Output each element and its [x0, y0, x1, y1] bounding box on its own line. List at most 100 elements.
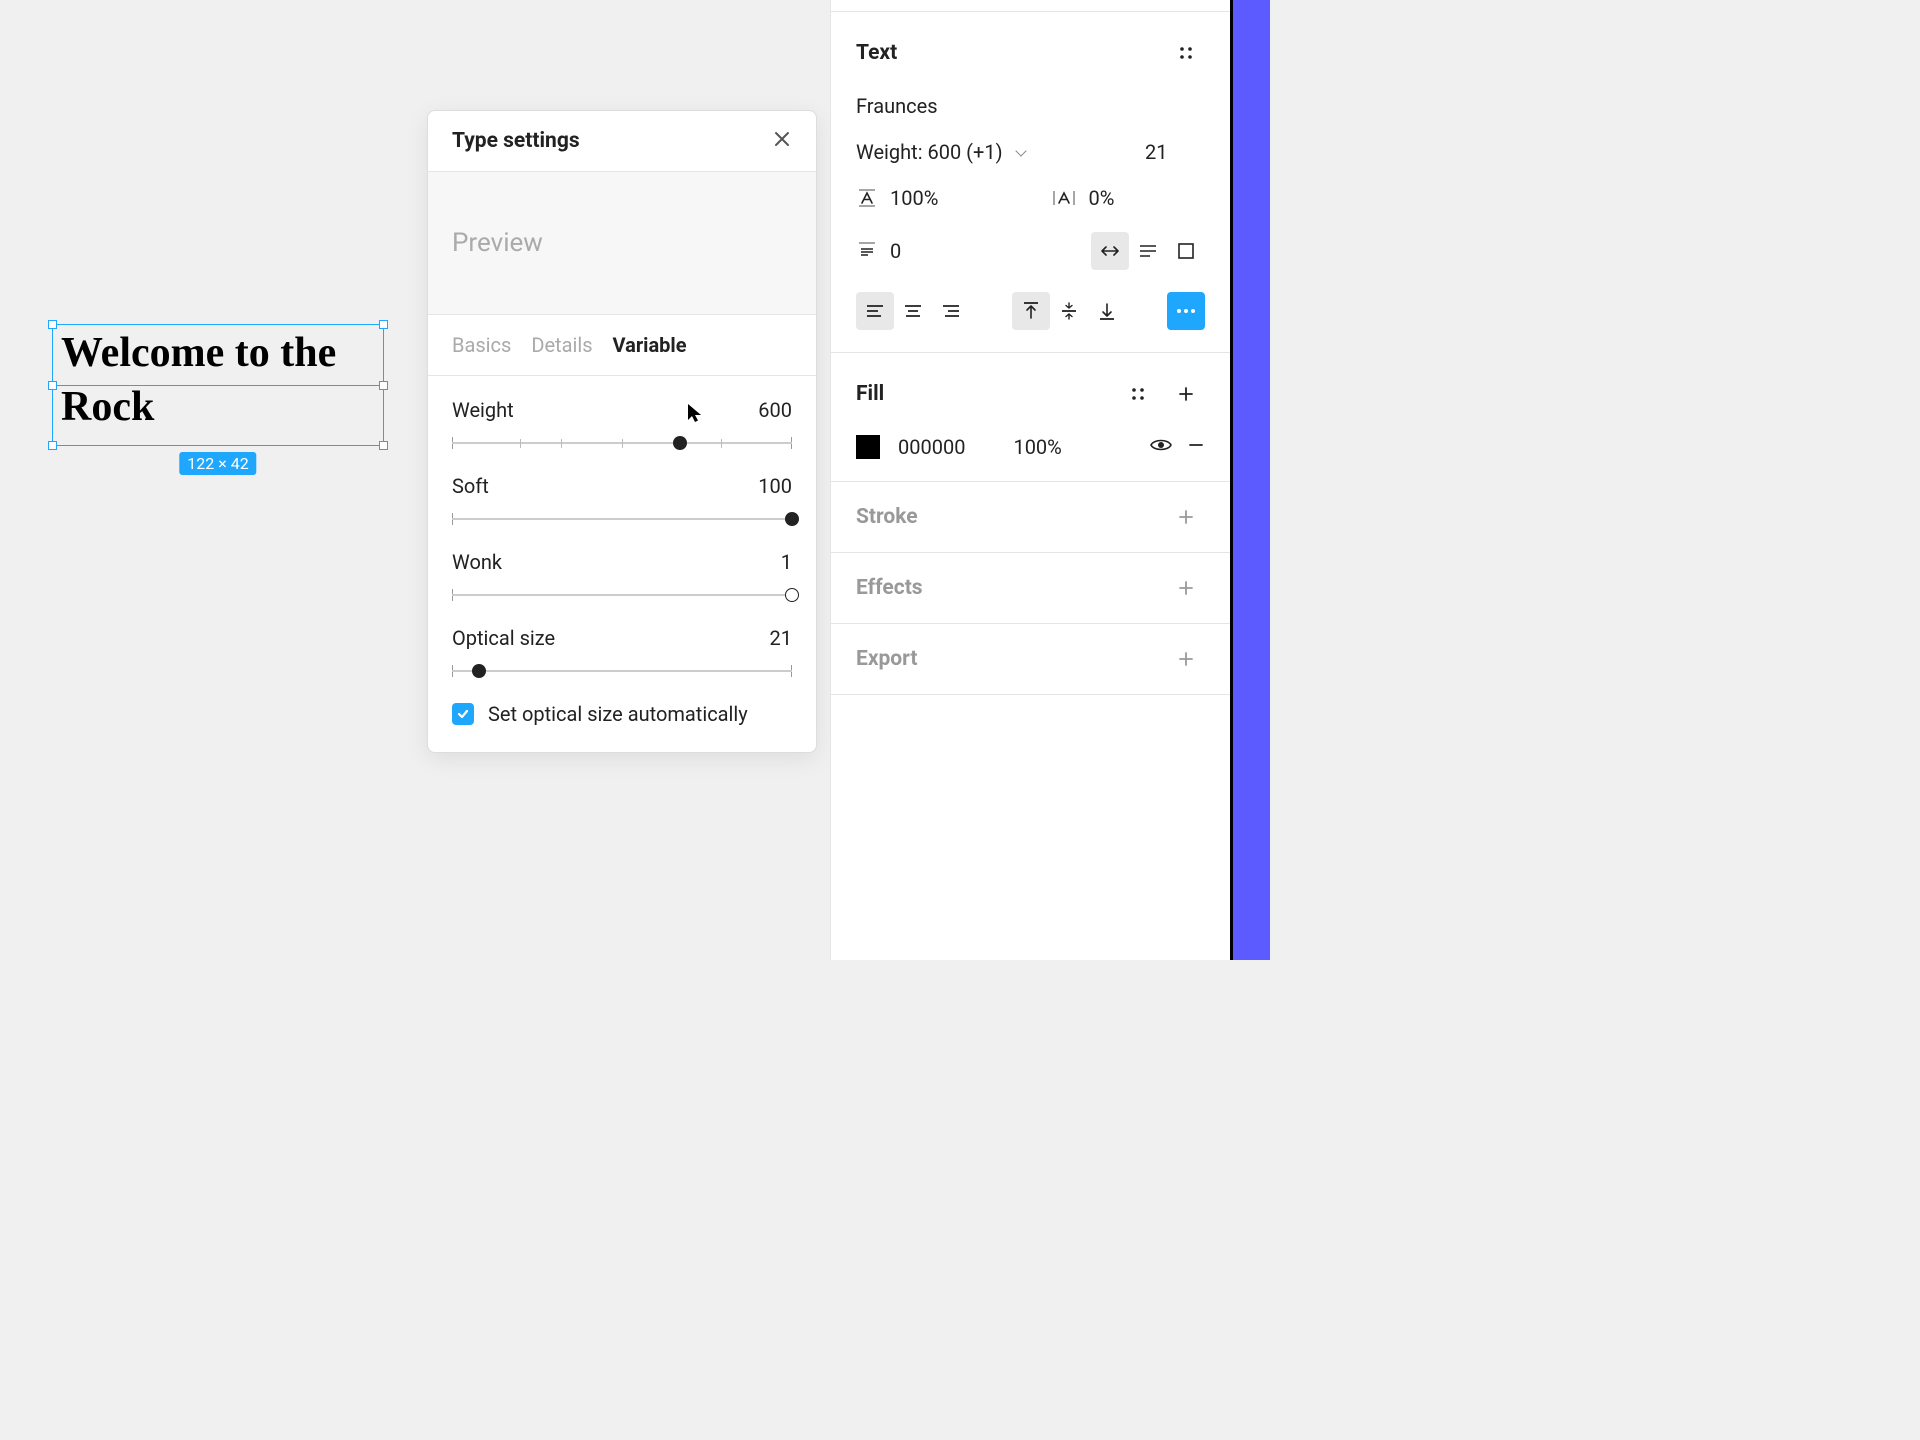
font-family[interactable]: Fraunces: [856, 94, 1205, 118]
letter-spacing-field[interactable]: 0%: [1051, 186, 1206, 210]
align-top-icon: [1021, 300, 1041, 322]
axis-weight-value: 600: [758, 398, 792, 422]
paragraph-spacing-field[interactable]: 0: [856, 239, 1051, 263]
text-content[interactable]: Welcome to the Rock: [61, 327, 375, 435]
text-styles-button[interactable]: [1167, 34, 1205, 72]
minus-icon: [1187, 436, 1205, 454]
plus-icon: [1177, 508, 1195, 526]
selection-box[interactable]: Welcome to the Rock 122 × 42: [52, 324, 384, 446]
align-bottom-icon: [1097, 300, 1117, 322]
close-icon: [772, 129, 792, 149]
tab-variable[interactable]: Variable: [613, 333, 687, 357]
slider-wonk[interactable]: [452, 588, 792, 602]
chevron-down-icon: [1015, 146, 1027, 158]
fixed-size-button[interactable]: [1167, 232, 1205, 270]
four-dots-icon: [1178, 45, 1194, 61]
right-accent-strip: [1230, 0, 1270, 960]
add-fill-button[interactable]: [1167, 375, 1205, 413]
resize-handle-top-left[interactable]: [48, 320, 57, 329]
line-height-value: 100%: [890, 186, 938, 210]
section-fill-title: Fill: [856, 382, 884, 406]
align-center-icon: [902, 302, 924, 320]
auto-width-icon: [1098, 242, 1122, 260]
align-bottom-button[interactable]: [1088, 292, 1126, 330]
axis-soft-value: 100: [758, 474, 792, 498]
section-export: Export: [831, 624, 1230, 695]
fill-styles-button[interactable]: [1119, 375, 1157, 413]
section-effects: Effects: [831, 553, 1230, 624]
close-button[interactable]: [772, 129, 792, 153]
slider-soft[interactable]: [452, 512, 792, 526]
checkbox-optical-auto[interactable]: [452, 703, 474, 725]
fill-color-swatch[interactable]: [856, 435, 880, 459]
paragraph-spacing-value: 0: [890, 239, 901, 263]
align-middle-icon: [1059, 300, 1079, 322]
section-stroke-title: Stroke: [856, 505, 918, 529]
axis-weight: Weight 600: [452, 398, 792, 450]
axis-optical-size: Optical size 21: [452, 626, 792, 678]
more-icon: [1175, 307, 1197, 315]
inspector-panel: Text Fraunces Weight: 600 (+1) 21: [830, 0, 1230, 960]
line-height-icon: [856, 187, 878, 209]
dimensions-badge: 122 × 42: [179, 452, 256, 475]
axis-optical-value: 21: [770, 626, 792, 650]
variable-axes: Weight 600 Soft 100: [428, 376, 816, 752]
optical-auto-row[interactable]: Set optical size automatically: [452, 702, 792, 726]
four-dots-icon: [1130, 386, 1146, 402]
modal-header: Type settings: [428, 111, 816, 172]
section-text: Text Fraunces Weight: 600 (+1) 21: [831, 12, 1230, 353]
fill-row[interactable]: 000000 100%: [856, 435, 1205, 459]
align-middle-button[interactable]: [1050, 292, 1088, 330]
letter-spacing-value: 0%: [1089, 186, 1115, 210]
resize-handle-top-right[interactable]: [379, 320, 388, 329]
add-effect-button[interactable]: [1167, 569, 1205, 607]
axis-weight-label: Weight: [452, 398, 514, 422]
preview-label: Preview: [452, 228, 792, 258]
font-size-field[interactable]: 21: [1145, 140, 1205, 164]
fill-opacity[interactable]: 100%: [1013, 435, 1061, 459]
font-weight-field[interactable]: Weight: 600 (+1): [856, 140, 1105, 164]
slider-optical[interactable]: [452, 664, 792, 678]
axis-soft-label: Soft: [452, 474, 489, 498]
horizontal-align-group: [856, 292, 970, 330]
resize-handle-bottom-right[interactable]: [379, 441, 388, 450]
align-right-button[interactable]: [932, 292, 970, 330]
add-stroke-button[interactable]: [1167, 498, 1205, 536]
font-weight-value: Weight: 600 (+1): [856, 140, 1003, 164]
section-effects-title: Effects: [856, 576, 923, 600]
tab-details[interactable]: Details: [531, 333, 592, 357]
type-settings-button[interactable]: [1167, 292, 1205, 330]
section-export-title: Export: [856, 647, 917, 671]
axis-optical-label: Optical size: [452, 626, 555, 650]
align-right-icon: [940, 302, 962, 320]
axis-wonk-label: Wonk: [452, 550, 502, 574]
remove-fill-button[interactable]: [1187, 436, 1205, 458]
tab-basics[interactable]: Basics: [452, 333, 511, 357]
type-settings-modal: Type settings Preview Basics Details Var…: [427, 110, 817, 753]
check-icon: [456, 707, 470, 721]
canvas-selected-text[interactable]: Welcome to the Rock 122 × 42: [52, 324, 384, 446]
slider-weight[interactable]: [452, 436, 792, 450]
align-center-button[interactable]: [894, 292, 932, 330]
toggle-visibility-button[interactable]: [1149, 436, 1173, 458]
auto-width-button[interactable]: [1091, 232, 1129, 270]
align-left-icon: [864, 302, 886, 320]
plus-icon: [1177, 650, 1195, 668]
auto-height-icon: [1137, 242, 1159, 260]
fill-hex[interactable]: 000000: [898, 435, 965, 459]
section-stroke: Stroke: [831, 482, 1230, 553]
preview-area: Preview: [428, 172, 816, 315]
font-size-value: 21: [1145, 140, 1167, 164]
line-height-field[interactable]: 100%: [856, 186, 1011, 210]
align-left-button[interactable]: [856, 292, 894, 330]
plus-icon: [1177, 385, 1195, 403]
resize-handle-mid-left[interactable]: [48, 381, 57, 390]
selection-midline: [53, 385, 383, 386]
checkbox-optical-auto-label: Set optical size automatically: [488, 702, 748, 726]
align-top-button[interactable]: [1012, 292, 1050, 330]
add-export-button[interactable]: [1167, 640, 1205, 678]
resize-handle-mid-right[interactable]: [379, 381, 388, 390]
resize-handle-bottom-left[interactable]: [48, 441, 57, 450]
modal-title: Type settings: [452, 129, 580, 153]
auto-height-button[interactable]: [1129, 232, 1167, 270]
